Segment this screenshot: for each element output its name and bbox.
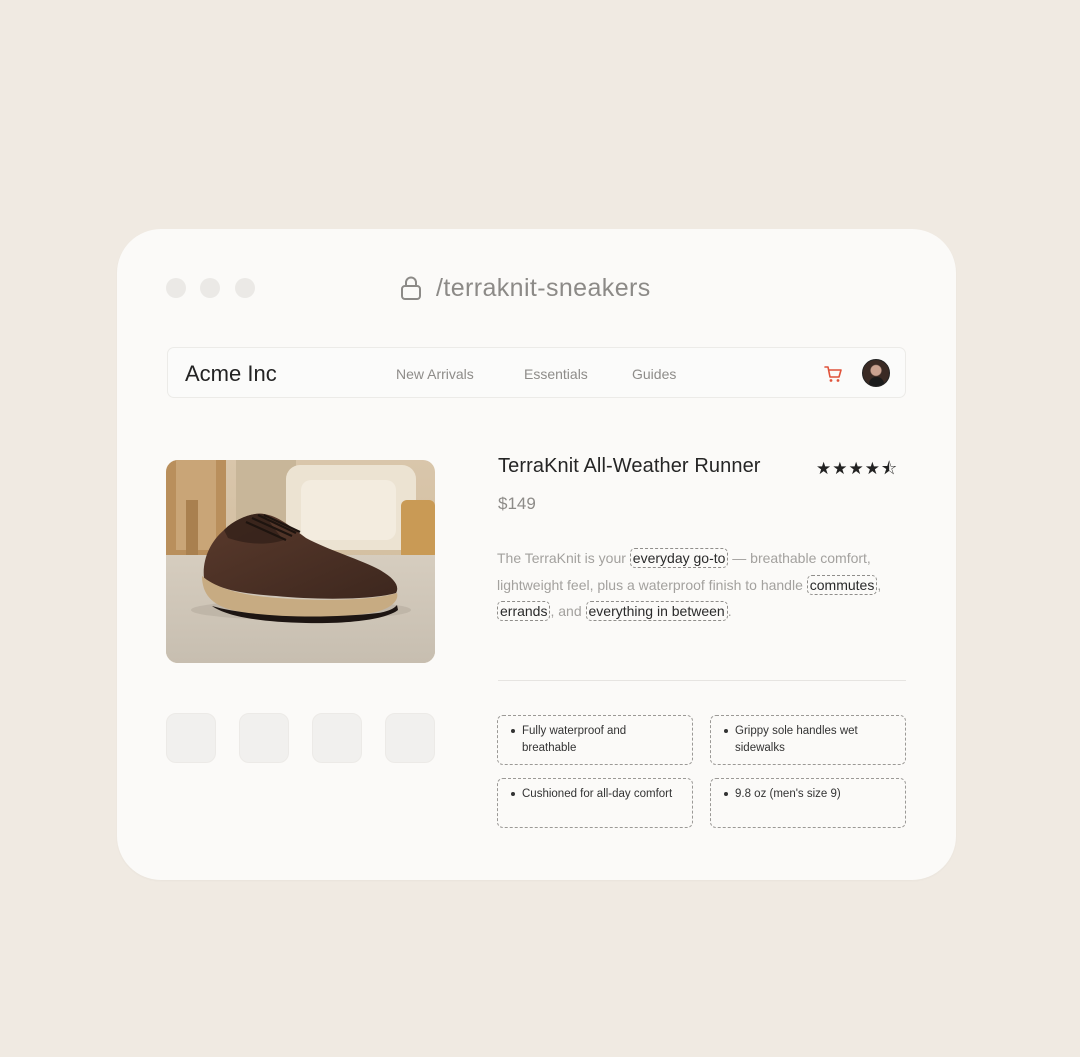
- product-title: TerraKnit All-Weather Runner: [498, 455, 761, 477]
- feature-text: 9.8 oz (men's size 9): [735, 788, 841, 800]
- nav-link-essentials[interactable]: Essentials: [524, 366, 588, 382]
- cart-icon[interactable]: [823, 364, 843, 389]
- thumbnail-2[interactable]: [239, 713, 289, 763]
- feature-card[interactable]: Fully waterproof and breathable: [497, 715, 693, 765]
- feature-text: Grippy sole handles wet sidewalks: [735, 725, 858, 754]
- thumbnail-4[interactable]: [385, 713, 435, 763]
- user-avatar[interactable]: [862, 359, 890, 387]
- highlight-commutes[interactable]: commutes: [806, 574, 878, 595]
- nav-link-new-arrivals[interactable]: New Arrivals: [396, 366, 474, 382]
- feature-text: Fully waterproof and breathable: [522, 725, 627, 754]
- bullet-icon: [724, 792, 728, 796]
- sneaker-photo: [166, 460, 435, 663]
- feature-card[interactable]: Cushioned for all-day comfort: [497, 778, 693, 828]
- highlight-everyday-go-to[interactable]: everyday go-to: [629, 548, 729, 568]
- window-close-dot[interactable]: [166, 278, 186, 298]
- bullet-icon: [511, 792, 515, 796]
- product-description: The TerraKnit is your everyday go-to — b…: [497, 545, 907, 625]
- brand-logo[interactable]: Acme Inc: [185, 361, 277, 387]
- description-text: The TerraKnit is your: [497, 550, 630, 566]
- site-navbar: Acme Inc New Arrivals Essentials Guides: [167, 347, 906, 398]
- description-text: ,: [877, 576, 882, 593]
- thumbnail-1[interactable]: [166, 713, 216, 763]
- bullet-icon: [724, 729, 728, 733]
- window-maximize-dot[interactable]: [235, 278, 255, 298]
- url-path: /terraknit-sneakers: [436, 273, 651, 302]
- highlight-everything-in-between[interactable]: everything in between: [585, 601, 728, 621]
- star-rating[interactable]: ★★★★⯪: [816, 456, 898, 485]
- thumbnail-3[interactable]: [312, 713, 362, 763]
- feature-card[interactable]: 9.8 oz (men's size 9): [710, 778, 906, 828]
- description-text: .: [727, 603, 732, 619]
- highlight-errands[interactable]: errands: [497, 601, 551, 621]
- description-text: , and: [550, 603, 586, 619]
- product-image[interactable]: [166, 460, 435, 663]
- nav-link-guides[interactable]: Guides: [632, 366, 676, 382]
- section-divider: [498, 680, 906, 681]
- product-price: $149: [498, 494, 536, 513]
- address-bar[interactable]: /terraknit-sneakers: [400, 268, 651, 308]
- lock-icon: [400, 275, 422, 301]
- bullet-icon: [511, 729, 515, 733]
- window-minimize-dot[interactable]: [200, 278, 220, 298]
- feature-card[interactable]: Grippy sole handles wet sidewalks: [710, 715, 906, 765]
- feature-text: Cushioned for all-day comfort: [522, 788, 673, 800]
